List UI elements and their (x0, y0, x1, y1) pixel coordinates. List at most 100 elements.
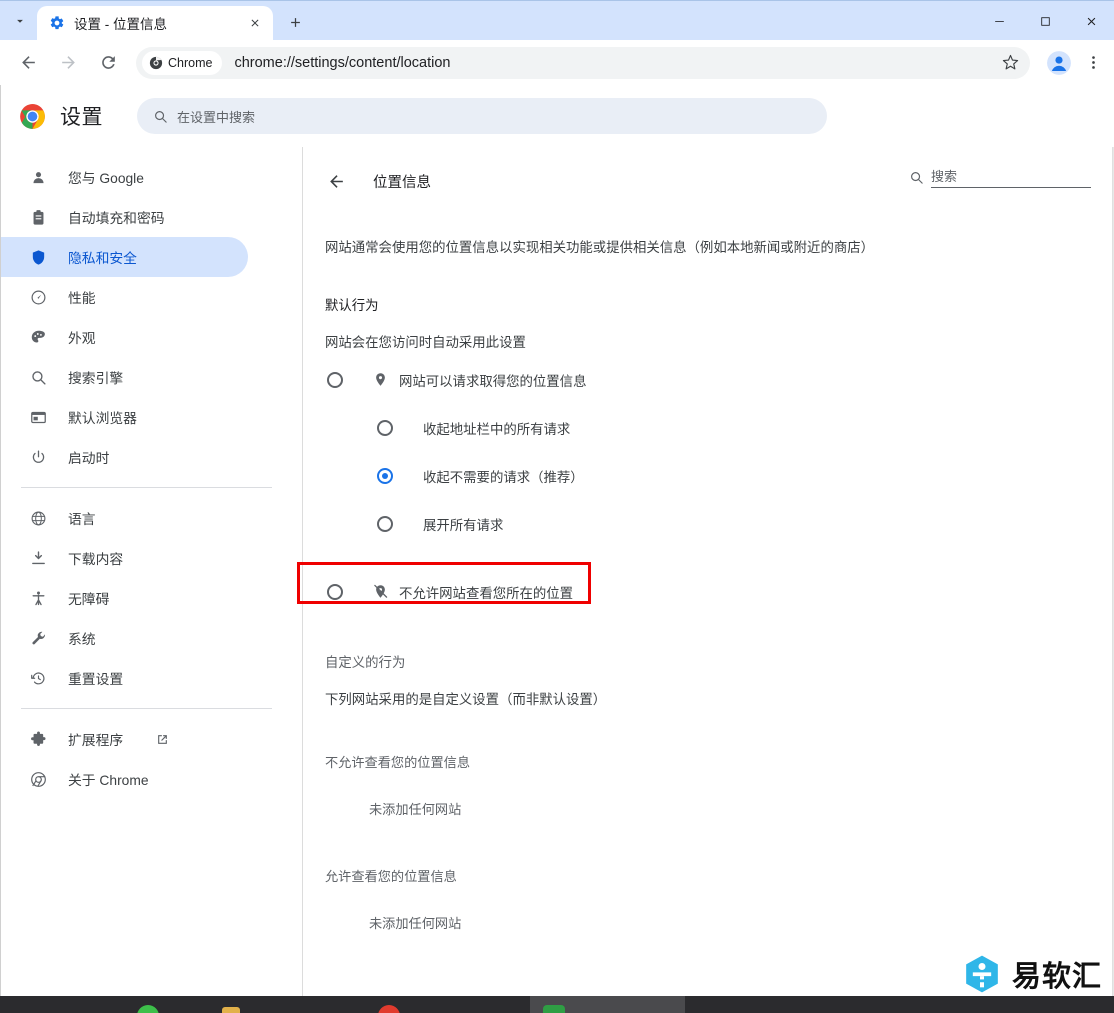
radio-button[interactable] (377, 515, 393, 532)
close-icon (1087, 17, 1095, 25)
sidebar-item-languages[interactable]: 语言 (1, 498, 248, 538)
sidebar-item-label: 您与 Google (68, 171, 144, 186)
sidebar-item-privacy-security[interactable]: 隐私和安全 (1, 237, 248, 277)
settings-content: 位置信息 搜索 网站通常会使用您的位置信息以实现相关功能或提供相关信息（例如本地… (303, 147, 1114, 1013)
subpage-header: 位置信息 搜索 (303, 161, 1113, 201)
sidebar-item-accessibility[interactable]: 无障碍 (1, 578, 248, 618)
taskbar-icon-folder[interactable] (222, 1007, 240, 1013)
sidebar-item-performance[interactable]: 性能 (1, 277, 248, 317)
sidebar-item-label: 默认浏览器 (68, 411, 137, 426)
content-search[interactable]: 搜索 (909, 169, 1091, 188)
tab-close-button[interactable] (245, 13, 265, 33)
search-icon (911, 172, 923, 184)
block-group-empty: 未添加任何网站 (369, 801, 462, 817)
block-group-label: 不允许查看您的位置信息 (325, 754, 471, 770)
chrome-icon (149, 56, 163, 69)
sidebar-item-default-browser[interactable]: 默认浏览器 (1, 397, 248, 437)
sidebar-item-label: 性能 (68, 291, 96, 306)
sidebar-item-you-and-google[interactable]: 您与 Google (1, 157, 248, 197)
back-button[interactable] (11, 46, 45, 80)
forward-button[interactable] (51, 46, 85, 80)
radio-label: 网站可以请求取得您的位置信息 (399, 373, 587, 389)
browser-window: 设置 - 位置信息 Chrome chrome://settings/conte… (0, 0, 1114, 1013)
settings-search-placeholder: 在设置中搜索 (177, 109, 256, 125)
taskbar-segment (0, 996, 530, 1013)
sidebar-item-reset-settings[interactable]: 重置设置 (1, 658, 248, 698)
settings-sidebar: 您与 Google 自动填充和密码 隐私和安全 性能 外观 搜索引擎 默认浏览器… (1, 147, 303, 1013)
history-restore-icon (28, 668, 48, 688)
browser-tab[interactable]: 设置 - 位置信息 (37, 6, 273, 40)
page-title: 位置信息 (373, 174, 431, 191)
settings-body: 您与 Google 自动填充和密码 隐私和安全 性能 外观 搜索引擎 默认浏览器… (1, 147, 1114, 1013)
sidebar-item-extensions[interactable]: 扩展程序 (1, 719, 248, 759)
new-tab-button[interactable] (281, 8, 309, 36)
radio-button[interactable] (377, 467, 393, 484)
radio-option-block-location[interactable]: 不允许网站查看您所在的位置 (303, 575, 1113, 609)
sidebar-item-downloads[interactable]: 下载内容 (1, 538, 248, 578)
window-controls (976, 1, 1114, 41)
radio-option-allow-location[interactable]: 网站可以请求取得您的位置信息 (303, 363, 1113, 397)
plus-icon (290, 17, 300, 27)
radio-label: 展开所有请求 (423, 517, 504, 533)
taskbar-icon-green2[interactable] (543, 1005, 565, 1013)
palette-icon (28, 327, 48, 347)
default-behavior-subtext: 网站会在您访问时自动采用此设置 (325, 334, 526, 350)
radio-suboption-collapse-unwanted[interactable]: 收起不需要的请求（推荐） (303, 459, 1113, 493)
content-right-divider (1112, 147, 1113, 1013)
address-bar[interactable]: Chrome chrome://settings/content/locatio… (136, 46, 1030, 79)
sidebar-item-on-startup[interactable]: 启动时 (1, 437, 248, 477)
window-close-button[interactable] (1068, 1, 1114, 41)
tab-search-button[interactable] (6, 8, 34, 34)
settings-header: 设置 在设置中搜索 (1, 85, 1114, 147)
radio-suboption-collapse-all[interactable]: 收起地址栏中的所有请求 (303, 411, 1113, 445)
chrome-logo-icon (28, 769, 48, 789)
maximize-button[interactable] (1022, 1, 1068, 41)
browser-toolbar: Chrome chrome://settings/content/locatio… (0, 40, 1114, 85)
search-icon (155, 110, 167, 123)
radio-label: 不允许网站查看您所在的位置 (399, 585, 574, 601)
sidebar-item-label: 重置设置 (68, 672, 124, 687)
sidebar-divider (21, 708, 272, 709)
radio-button[interactable] (327, 371, 343, 388)
radio-label: 收起地址栏中的所有请求 (423, 421, 571, 437)
sidebar-item-search-engine[interactable]: 搜索引擎 (1, 357, 248, 397)
sidebar-item-system[interactable]: 系统 (1, 618, 248, 658)
profile-button[interactable] (1042, 46, 1076, 80)
settings-title: 设置 (60, 106, 103, 129)
sidebar-item-label: 搜索引擎 (68, 371, 124, 386)
radio-suboption-expand-all[interactable]: 展开所有请求 (303, 507, 1113, 541)
sidebar-item-autofill-passwords[interactable]: 自动填充和密码 (1, 197, 248, 237)
sidebar-item-appearance[interactable]: 外观 (1, 317, 248, 357)
custom-behavior-heading: 自定义的行为 (325, 654, 406, 670)
gear-icon (50, 16, 64, 30)
settings-search-input[interactable]: 在设置中搜索 (137, 98, 827, 134)
wrench-icon (28, 628, 48, 648)
accessibility-icon (28, 588, 48, 608)
tab-strip: 设置 - 位置信息 (0, 0, 1114, 40)
reload-button[interactable] (91, 46, 125, 80)
sidebar-item-about-chrome[interactable]: 关于 Chrome (1, 759, 248, 799)
chevron-down-icon (17, 19, 23, 23)
back-button[interactable] (323, 168, 349, 194)
sidebar-item-label: 扩展程序 (68, 733, 124, 748)
sidebar-item-label: 启动时 (68, 451, 110, 466)
browser-menu-button[interactable] (1078, 46, 1108, 80)
puzzle-icon (28, 729, 48, 749)
external-link-icon[interactable] (155, 732, 170, 747)
location-pin-off-icon (371, 583, 389, 601)
minimize-button[interactable] (976, 1, 1022, 41)
settings-page: 设置 在设置中搜索 您与 Google 自动填充和密码 隐私和安全 性能 外观 … (0, 85, 1114, 1013)
sidebar-item-label: 自动填充和密码 (68, 211, 165, 226)
allow-group-label: 允许查看您的位置信息 (325, 868, 457, 884)
page-description: 网站通常会使用您的位置信息以实现相关功能或提供相关信息（例如本地新闻或附近的商店… (325, 240, 875, 255)
content-search-input[interactable]: 搜索 (931, 169, 1091, 188)
sidebar-item-label: 语言 (68, 512, 96, 527)
address-bar-url[interactable]: chrome://settings/content/location (222, 55, 996, 71)
radio-label: 收起不需要的请求（推荐） (423, 469, 584, 485)
tab-title: 设置 - 位置信息 (74, 17, 167, 32)
bookmark-button[interactable] (996, 49, 1024, 77)
clipboard-icon (28, 207, 48, 227)
radio-button[interactable] (377, 419, 393, 436)
radio-button[interactable] (327, 583, 343, 600)
maximize-icon (1040, 16, 1050, 26)
